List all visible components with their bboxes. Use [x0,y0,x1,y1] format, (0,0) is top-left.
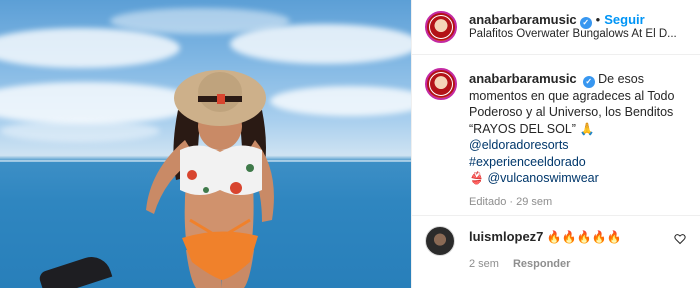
post-image[interactable] [0,0,411,288]
comment-text: luismlopez7 🔥🔥🔥🔥🔥 [469,229,622,244]
like-heart-icon[interactable] [674,233,686,245]
hashtag-link[interactable]: #experienceeldorado [469,154,691,170]
woman-figure [146,70,274,288]
caption-meta: Editado · 29 sem [469,196,553,208]
mention-link[interactable]: @vulcanoswimwear [487,171,598,185]
reply-button[interactable]: Responder [513,258,570,270]
avatar-ring [429,15,453,39]
author-username[interactable]: anabarbaramusic [469,12,577,27]
fire-icons: 🔥🔥🔥🔥🔥 [546,230,622,244]
follow-button[interactable]: Seguir [604,12,644,27]
comment-meta: 2 sem Responder [469,258,570,270]
post-header: anabarbaramusic ✓ • Seguir Palafitos Overwa… [412,0,700,55]
post-panel: anabarbaramusic ✓ • Seguir Palafitos Overwa… [411,0,700,288]
commenter-avatar[interactable] [425,226,455,256]
author-avatar[interactable] [425,11,457,43]
mention-link[interactable]: @eldoradoresorts [469,137,691,153]
header-line: anabarbaramusic ✓ • Seguir [469,12,645,29]
caption-text: anabarbaramusic ✓ De esos momentos en que… [469,71,691,186]
commenter-username[interactable]: luismlopez7 [469,229,543,244]
bikini-icon: 👙 [469,171,484,186]
comment-age: 2 sem [469,258,499,270]
divider [412,215,700,216]
pray-icon: 🙏 [579,121,595,136]
verified-badge-icon: ✓ [582,76,595,88]
location-link[interactable]: Palafitos Overwater Bungalows At El D... [469,28,677,40]
avatar-ring [429,72,453,96]
caption-username[interactable]: anabarbaramusic [469,71,577,86]
caption-avatar[interactable] [425,68,457,100]
separator-dot: • [595,12,601,27]
mention-line: 👙 @vulcanoswimwear [469,170,691,186]
